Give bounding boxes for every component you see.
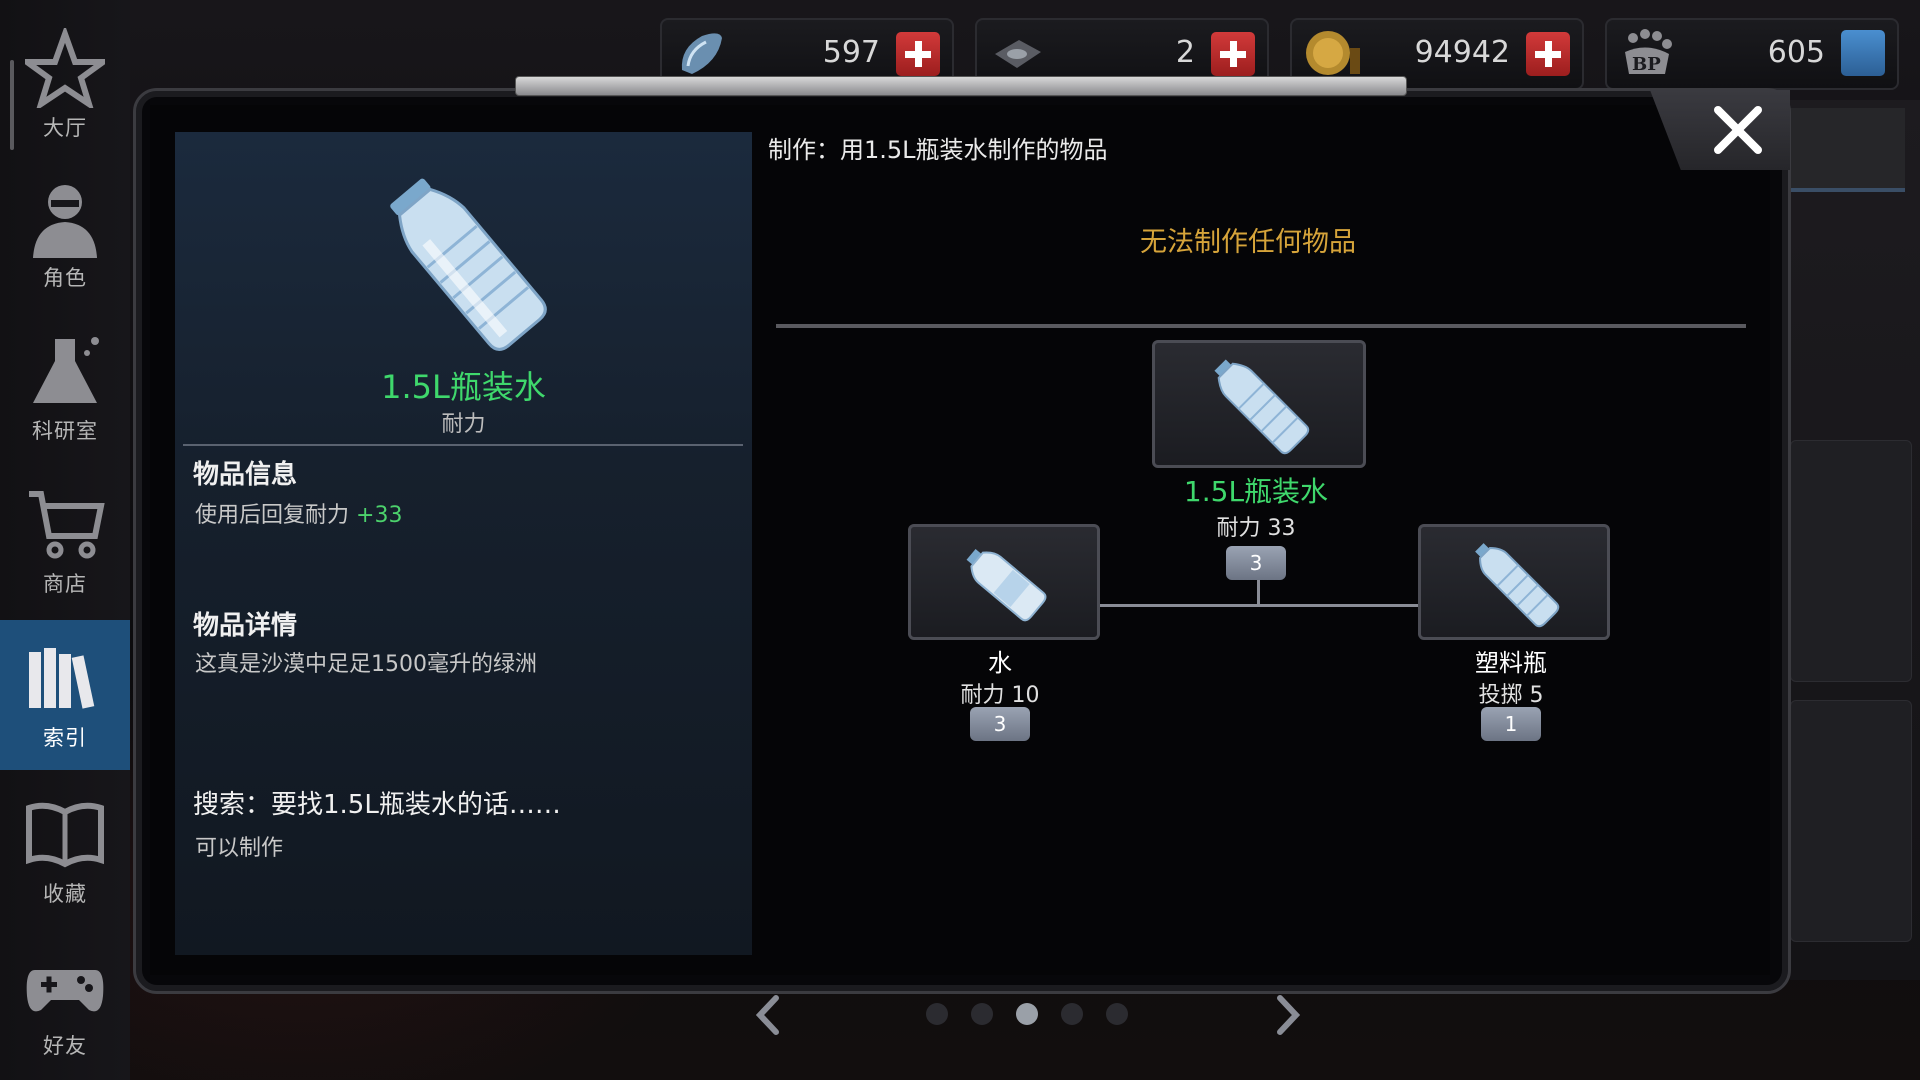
- plastic-bottle-icon: [1475, 543, 1560, 628]
- shop-cart-icon: [29, 491, 105, 559]
- sidebar-item-label: 好友: [43, 1034, 87, 1058]
- sidebar-item-label: 角色: [43, 266, 87, 290]
- page-dot[interactable]: [1106, 1003, 1128, 1025]
- recipe-ingredient-name: 塑料瓶: [1475, 649, 1547, 677]
- character-icon: [33, 185, 97, 258]
- recipe-ingredient-stat: 耐力 10: [960, 683, 1040, 708]
- sidebar-item-label: 大厅: [43, 116, 87, 140]
- recipe-connector: [1257, 578, 1260, 606]
- recipe-ingredient-slot[interactable]: [1418, 524, 1610, 640]
- item-info-title: 物品信息: [193, 460, 298, 490]
- item-category: 耐力: [441, 412, 486, 437]
- item-info-panel: 1.5L瓶装水 耐力 物品信息 使用后回复耐力 +33 物品详情 这真是沙漠中足…: [175, 132, 752, 955]
- close-icon[interactable]: [1708, 100, 1768, 160]
- bp-card-button[interactable]: [1841, 30, 1885, 76]
- item-detail-title: 物品详情: [193, 611, 298, 641]
- sidebar-item-label: 科研室: [32, 419, 98, 443]
- page-dot[interactable]: [1016, 1003, 1038, 1025]
- water-icon: [966, 548, 1047, 622]
- collection-book-icon: [26, 802, 104, 868]
- craft-title: 制作：用1.5L瓶装水制作的物品: [768, 136, 1108, 164]
- sidebar-item-friends[interactable]: 好友: [0, 928, 130, 1078]
- water-bottle-image: [390, 178, 547, 351]
- recipe-result-slot[interactable]: [1152, 340, 1366, 468]
- sidebar-item-label: 商店: [43, 572, 87, 596]
- water-bottle-icon: [1214, 359, 1310, 455]
- sidebar-item-label: 收藏: [43, 882, 87, 906]
- recipe-result-stat: 耐力 33: [1216, 516, 1296, 541]
- recipe-ingredient-name: 水: [988, 649, 1012, 677]
- recipe-connector: [1097, 604, 1419, 607]
- recipe-ingredient-count: 1: [1481, 707, 1541, 741]
- background-tab: [1790, 108, 1905, 192]
- recipe-result-count: 3: [1226, 546, 1286, 580]
- sidebar-item-label: 索引: [43, 726, 87, 750]
- resource-value: 2: [1175, 35, 1195, 70]
- sidebar-item-collection[interactable]: 收藏: [0, 776, 130, 926]
- lobby-icon: [25, 28, 105, 108]
- next-page-arrow-icon[interactable]: [1268, 992, 1308, 1038]
- divider: [776, 324, 1746, 328]
- recipe-ingredient-stat: 投掷 5: [1478, 683, 1544, 708]
- scrap-icon: [995, 40, 1041, 68]
- page-dot[interactable]: [926, 1003, 948, 1025]
- sidebar: 大厅 角色 科研室 商店 索引 收藏 好友: [0, 0, 130, 1080]
- search-title: 搜索：要找1.5L瓶装水的话……: [193, 790, 561, 820]
- crystal-icon: [681, 33, 722, 74]
- item-effect-value: +33: [356, 503, 403, 528]
- background-card: [1790, 700, 1912, 942]
- add-crystal-button[interactable]: [896, 32, 940, 76]
- recipe-result-name: 1.5L瓶装水: [1183, 475, 1329, 508]
- item-detail-text: 这真是沙漠中足足1500毫升的绿洲: [195, 652, 537, 677]
- friends-gamepad-icon: [26, 970, 104, 1012]
- lab-flask-icon: [33, 337, 99, 403]
- add-scrap-button[interactable]: [1211, 32, 1255, 76]
- search-text: 可以制作: [195, 836, 284, 861]
- background-panel-right: [1790, 100, 1920, 980]
- sidebar-item-shop[interactable]: 商店: [0, 466, 130, 616]
- item-effect-label: 使用后回复耐力: [195, 503, 350, 528]
- sidebar-item-index[interactable]: 索引: [0, 620, 130, 770]
- resource-bp: BP 605: [1605, 18, 1899, 90]
- craft-none-message: 无法制作任何物品: [1140, 227, 1356, 258]
- item-info-text: 使用后回复耐力 +33: [195, 497, 402, 529]
- svg-text:BP: BP: [1632, 54, 1661, 75]
- coin-icon: [1306, 31, 1360, 75]
- modal-top-bar: [515, 76, 1407, 96]
- resource-value: 597: [822, 35, 880, 70]
- resource-value: 94942: [1414, 35, 1510, 70]
- divider: [183, 444, 743, 446]
- recipe-ingredient-count: 3: [970, 707, 1030, 741]
- page-dot[interactable]: [971, 1003, 993, 1025]
- item-name: 1.5L瓶装水: [381, 368, 546, 406]
- prev-page-arrow-icon[interactable]: [748, 992, 788, 1038]
- background-card: [1790, 440, 1912, 682]
- page-dot[interactable]: [1061, 1003, 1083, 1025]
- sidebar-item-lobby[interactable]: 大厅: [0, 10, 130, 160]
- sidebar-item-lab[interactable]: 科研室: [0, 313, 130, 463]
- recipe-ingredient-slot[interactable]: [908, 524, 1100, 640]
- index-books-icon: [29, 648, 95, 709]
- bp-icon: BP: [1625, 29, 1672, 75]
- add-coin-button[interactable]: [1526, 32, 1570, 76]
- sidebar-item-character[interactable]: 角色: [0, 160, 130, 310]
- resource-value: 605: [1767, 35, 1825, 70]
